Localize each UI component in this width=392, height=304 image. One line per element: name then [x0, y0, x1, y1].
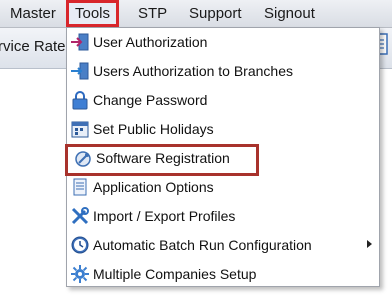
menu-item-label: Users Authorization to Branches: [93, 63, 293, 79]
calendar-icon: [71, 121, 89, 138]
gear-icon: [71, 265, 89, 283]
menu-item-label: Automatic Batch Run Configuration: [93, 237, 312, 253]
tools-dropdown-menu: User Authorization Users Authorization t…: [65, 27, 380, 289]
menu-item-software-registration[interactable]: Software Registration: [65, 144, 259, 176]
menu-signout[interactable]: Signout: [258, 0, 321, 27]
menu-item-change-password[interactable]: Change Password: [67, 86, 379, 115]
menu-tools[interactable]: Tools: [66, 0, 120, 27]
submenu-arrow-icon: [367, 240, 372, 248]
menu-bar: Master Tools STP Support Signout: [0, 0, 392, 28]
menu-item-label: User Authorization: [93, 34, 208, 50]
clock-icon: [71, 236, 89, 254]
menu-item-users-authorization-branches[interactable]: Users Authorization to Branches: [67, 57, 379, 86]
menu-item-set-public-holidays[interactable]: Set Public Holidays: [67, 115, 379, 144]
menu-item-user-authorization[interactable]: User Authorization: [67, 28, 379, 57]
menu-item-application-options[interactable]: Application Options: [67, 173, 379, 202]
branch-authorization-icon: [71, 62, 89, 80]
menu-item-label: Multiple Companies Setup: [93, 266, 257, 282]
document-icon: [73, 178, 87, 196]
lock-icon: [72, 91, 88, 110]
service-rate-label[interactable]: rvice Rate: [0, 38, 66, 55]
menu-stp[interactable]: STP: [132, 0, 173, 27]
menu-support[interactable]: Support: [183, 0, 248, 27]
menu-item-import-export-profiles[interactable]: Import / Export Profiles: [67, 202, 379, 231]
tools-icon: [71, 207, 89, 225]
registration-icon: [75, 151, 91, 167]
menu-item-label: Application Options: [93, 179, 214, 195]
menu-item-label: Software Registration: [96, 150, 230, 166]
user-authorization-icon: [71, 33, 89, 51]
menu-item-label: Change Password: [93, 92, 208, 108]
menu-item-label: Import / Export Profiles: [93, 208, 236, 224]
menu-item-multiple-companies-setup[interactable]: Multiple Companies Setup: [67, 260, 379, 289]
menu-item-label: Set Public Holidays: [93, 121, 214, 137]
menu-item-automatic-batch-run[interactable]: Automatic Batch Run Configuration: [67, 231, 379, 260]
menu-master[interactable]: Master: [4, 0, 62, 27]
